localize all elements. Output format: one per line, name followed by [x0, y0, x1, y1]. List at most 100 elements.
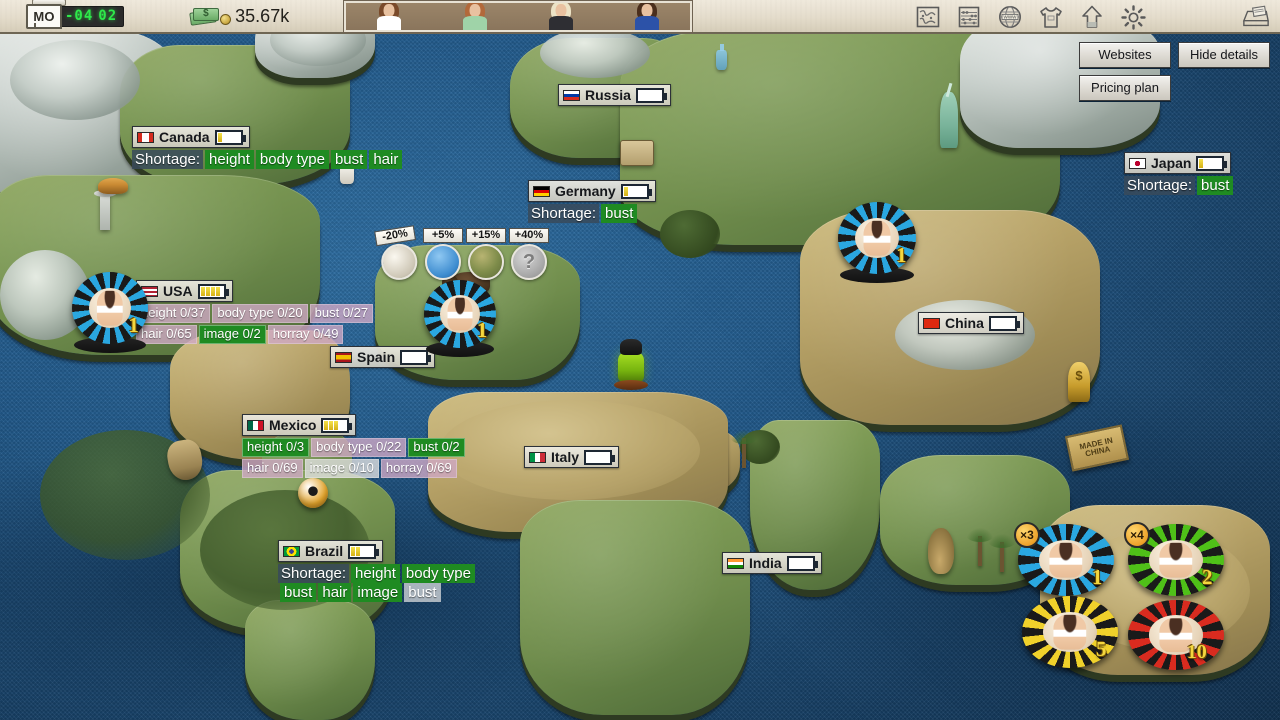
- country-header[interactable]: USA: [136, 280, 233, 302]
- portrait-slot-2[interactable]: [452, 3, 498, 30]
- portrait-outfit: [377, 16, 401, 30]
- tshirt-icon[interactable]: [1037, 4, 1065, 30]
- www-globe-icon[interactable]: WWW: [996, 4, 1024, 30]
- mail-stack-icon[interactable]: [1242, 4, 1270, 30]
- flag-japan-icon: [1129, 157, 1146, 169]
- country-stat-tags: height 0/3 body type 0/22 bust 0/2 hair …: [242, 438, 465, 478]
- shortage-item: bust: [404, 583, 441, 602]
- bonus-unknown[interactable]: +40% ?: [509, 228, 549, 280]
- chip-face: [1043, 611, 1097, 653]
- bonus-blue[interactable]: +5%: [423, 228, 463, 280]
- country-header[interactable]: Canada: [132, 126, 250, 148]
- flag-russia-icon: [563, 89, 580, 101]
- country-capacity-battery: [1196, 155, 1228, 171]
- landmass-africa-south: [520, 500, 750, 715]
- shortage-item: hair: [369, 150, 403, 169]
- country-label-china[interactable]: China: [918, 312, 1024, 334]
- button-row-bottom: Pricing plan: [1079, 75, 1270, 101]
- deco-soccer-ball: [298, 478, 328, 508]
- bonus-brown[interactable]: +15%: [466, 228, 506, 280]
- chip-artwork: [1053, 614, 1087, 650]
- bonus-icon-book: [425, 244, 461, 280]
- bonus-discount[interactable]: -20%: [374, 225, 422, 283]
- character-portrait-strip[interactable]: [344, 1, 692, 32]
- shortage-item: bust: [280, 583, 317, 602]
- shortage-label: Shortage:: [132, 150, 204, 169]
- money-amount: 35.67k: [235, 5, 290, 26]
- chip-tray-item-10[interactable]: 10: [1128, 600, 1224, 670]
- country-label-brazil[interactable]: Brazil Shortage: height body type bust h…: [278, 540, 508, 602]
- upgrade-arrow-icon[interactable]: [1078, 4, 1106, 30]
- country-label-canada[interactable]: Canada Shortage: height body type bust h…: [132, 126, 403, 169]
- stat-tag-bust[interactable]: bust 0/27: [309, 304, 374, 323]
- stat-tag-image[interactable]: image 0/2: [198, 324, 266, 344]
- websites-button[interactable]: Websites: [1079, 42, 1171, 68]
- portrait-slot-3[interactable]: [538, 3, 584, 30]
- landmass-south-america-south: [245, 600, 375, 720]
- calendar-day-icon: MO: [26, 3, 62, 29]
- country-label-germany[interactable]: Germany Shortage: bust: [528, 180, 656, 223]
- stat-tag-horray[interactable]: horray 0/69: [380, 458, 457, 478]
- portrait-outfit: [463, 16, 487, 30]
- shortage-item: height: [351, 564, 400, 583]
- pricing-plan-button[interactable]: Pricing plan: [1079, 75, 1171, 101]
- country-label-usa[interactable]: USA height 0/37 body type 0/20 bust 0/27…: [136, 280, 374, 346]
- map-chip-europe[interactable]: 1: [424, 280, 496, 357]
- map-icon[interactable]: [914, 4, 942, 30]
- toolbar-icon-row: WWW: [914, 0, 1270, 34]
- chip-artwork: [1049, 542, 1083, 578]
- country-name: USA: [163, 283, 193, 299]
- country-name: Spain: [357, 349, 396, 365]
- country-label-india[interactable]: India: [722, 552, 822, 574]
- deco-cypress-tree: [730, 430, 758, 468]
- hide-details-button[interactable]: Hide details: [1178, 42, 1270, 68]
- portrait-slot-4[interactable]: [624, 3, 670, 30]
- stat-tag-bust[interactable]: bust 0/2: [408, 438, 465, 457]
- stat-tag-body-type[interactable]: body type 0/22: [311, 438, 407, 457]
- country-label-japan[interactable]: Japan Shortage: bust: [1124, 152, 1234, 195]
- country-header[interactable]: Japan: [1124, 152, 1232, 174]
- chip-tray-item-1[interactable]: 1 ×3: [1014, 522, 1114, 596]
- chip-tray-item-2[interactable]: 2 ×4: [1124, 522, 1224, 596]
- flag-spain-icon: [335, 351, 352, 363]
- stat-tag-horray[interactable]: horray 0/49: [267, 324, 344, 344]
- abacus-icon[interactable]: [955, 4, 983, 30]
- country-label-mexico[interactable]: Mexico height 0/3 body type 0/22 bust 0/…: [242, 414, 465, 480]
- tag-row: height 0/37 body type 0/20 bust 0/27: [136, 304, 374, 323]
- country-shortage-list: Shortage: bust: [528, 204, 656, 223]
- country-header[interactable]: China: [918, 312, 1024, 334]
- shortage-item: bust: [330, 150, 368, 169]
- date-led-display: -04 02: [60, 5, 125, 27]
- deco-perfume-lamp: [618, 352, 644, 382]
- country-header[interactable]: Russia: [558, 84, 671, 106]
- flag-china-icon: [923, 317, 940, 329]
- country-header[interactable]: Mexico: [242, 414, 357, 436]
- country-header[interactable]: Italy: [524, 446, 620, 468]
- stat-tag-hair[interactable]: hair 0/65: [136, 324, 197, 344]
- chip-value: 5: [1095, 637, 1107, 662]
- stat-tag-image[interactable]: image 0/10: [304, 458, 379, 478]
- country-capacity-battery: [620, 183, 652, 199]
- country-header[interactable]: India: [722, 552, 822, 574]
- date-widget[interactable]: MO -04 02: [26, 0, 125, 29]
- panel-action-buttons: Websites Hide details Pricing plan: [1079, 42, 1270, 101]
- country-header[interactable]: Spain: [330, 346, 436, 368]
- map-chip-usa[interactable]: 1: [72, 272, 148, 353]
- country-capacity-battery: [400, 349, 432, 365]
- chip-tray-item-5[interactable]: 5: [1022, 596, 1118, 668]
- stat-tag-body-type[interactable]: body type 0/20: [212, 304, 308, 323]
- country-header[interactable]: Germany: [528, 180, 656, 202]
- country-header[interactable]: Brazil: [278, 540, 384, 562]
- bonus-icon-nature: [468, 244, 504, 280]
- stat-tag-hair[interactable]: hair 0/69: [242, 458, 303, 478]
- stat-tag-height[interactable]: height 0/3: [242, 438, 310, 457]
- country-label-russia[interactable]: Russia: [558, 84, 671, 106]
- country-name: Canada: [159, 129, 210, 145]
- country-name: India: [749, 555, 782, 571]
- country-capacity-battery: [348, 543, 380, 559]
- country-label-italy[interactable]: Italy: [524, 446, 620, 468]
- map-chip-asia[interactable]: 1: [838, 202, 916, 283]
- country-label-spain[interactable]: Spain: [330, 346, 436, 368]
- portrait-slot-1[interactable]: [366, 3, 412, 30]
- gear-icon[interactable]: [1119, 4, 1147, 30]
